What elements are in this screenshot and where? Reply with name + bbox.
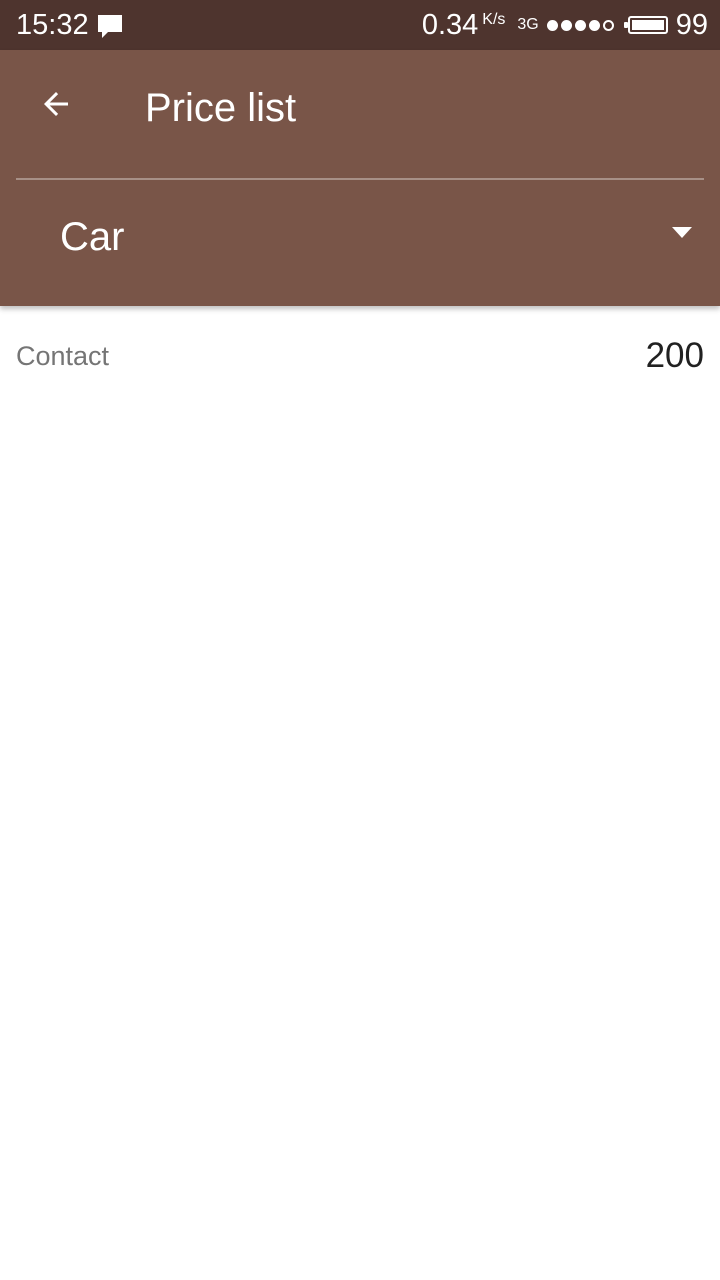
message-icon	[98, 15, 122, 38]
signal-dot	[560, 19, 572, 31]
category-selected-value: Car	[60, 215, 125, 259]
page-title: Price list	[145, 86, 297, 130]
item-price: 200	[645, 336, 704, 375]
back-button[interactable]	[28, 76, 84, 132]
net-unit: K/s	[482, 11, 506, 28]
network-type: 3G	[517, 16, 539, 33]
battery-level: 99	[675, 9, 708, 41]
signal-dot	[602, 19, 614, 31]
divider	[16, 178, 704, 180]
item-label: Contact	[16, 341, 110, 371]
screen: 15:32 0.34 K/s 3G 99 Price list Car Cont…	[0, 0, 720, 1280]
arrow-back-icon	[44, 92, 68, 116]
signal-dot	[546, 19, 558, 31]
dropdown-arrow-icon	[672, 227, 692, 238]
status-indicators: 0.34 K/s 3G 99	[422, 8, 708, 42]
signal-dot	[574, 19, 586, 31]
battery-fill	[631, 20, 664, 30]
status-bar: 15:32 0.34 K/s 3G 99	[0, 0, 720, 50]
net-speed: 0.34	[421, 9, 479, 41]
price-row[interactable]: Contact 200	[0, 306, 720, 406]
signal-dot	[588, 19, 600, 31]
battery-icon	[623, 16, 668, 34]
app-bar: Price list Car	[0, 50, 720, 306]
signal-strength-icon	[546, 19, 614, 31]
price-list: Contact 200	[0, 306, 720, 406]
category-spinner[interactable]: Car	[16, 181, 704, 293]
status-time: 15:32	[16, 9, 89, 41]
